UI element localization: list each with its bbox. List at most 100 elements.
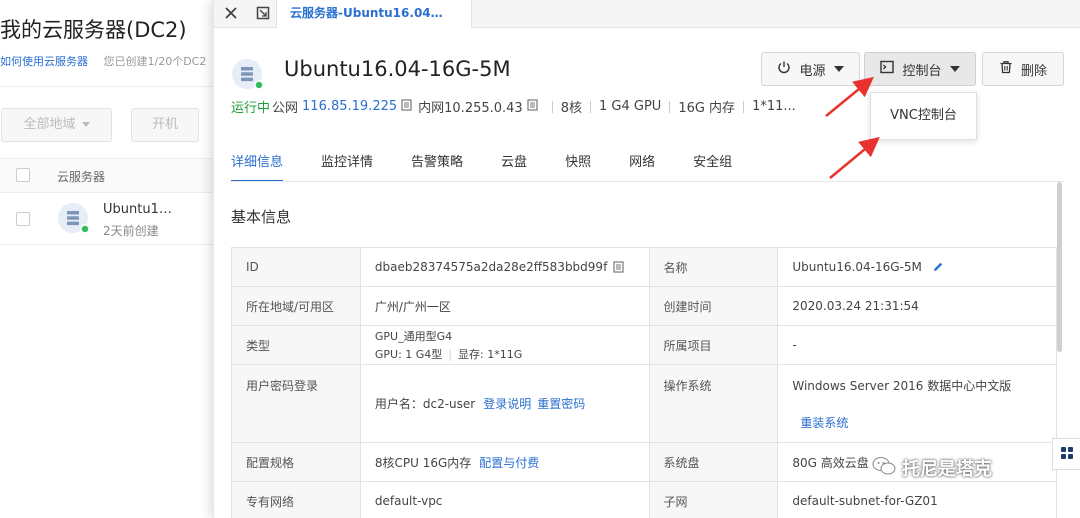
power-button[interactable]: 电源 bbox=[761, 52, 860, 86]
tab-network[interactable]: 网络 bbox=[629, 146, 655, 182]
watermark: 托尼是塔克 bbox=[872, 455, 992, 481]
type-value: GPU_通用型G4 bbox=[374, 330, 453, 343]
console-menu-item-vnc[interactable]: VNC控制台 bbox=[870, 92, 977, 140]
gpu-text: 1 G4 GPU bbox=[599, 99, 662, 114]
server-detail-drawer: 云服务器-Ubuntu16.04… Ubuntu16.04-16G-5M 电源 … bbox=[213, 0, 1080, 518]
page-subtitle: 如何使用云服务器 您已创建1/20个DC2 bbox=[0, 53, 206, 69]
close-icon bbox=[224, 5, 238, 24]
name-label: 名称 bbox=[649, 248, 779, 286]
table-row: 专有网络 default-vpc 子网 default-subnet-for-G… bbox=[232, 482, 1057, 518]
tab-monitoring[interactable]: 监控详情 bbox=[321, 146, 373, 182]
delete-button-label: 删除 bbox=[1020, 63, 1047, 79]
terminal-icon bbox=[880, 60, 895, 78]
power-on-button[interactable]: 开机 bbox=[131, 108, 199, 142]
region-value: 广州/广州一区 bbox=[360, 287, 650, 325]
more-spec-text: 1*11... bbox=[752, 99, 796, 114]
login-cell: 用户名：dc2-user 登录说明 重置密码 bbox=[360, 365, 650, 442]
tab-snapshots[interactable]: 快照 bbox=[565, 146, 591, 182]
project-label: 所属项目 bbox=[649, 326, 779, 364]
copy-icon[interactable] bbox=[527, 98, 538, 115]
grid-icon bbox=[1060, 445, 1074, 464]
name-cell: Ubuntu16.04-16G-5M bbox=[778, 248, 1057, 286]
page-title: 我的云服务器(DC2) bbox=[0, 18, 187, 42]
pencil-icon[interactable] bbox=[932, 261, 944, 273]
console-button[interactable]: 控制台 bbox=[864, 52, 976, 86]
divider bbox=[590, 100, 591, 113]
table-row: 所在地域/可用区 广州/广州一区 创建时间 2020.03.24 21:31:5… bbox=[232, 287, 1057, 326]
side-grid-button[interactable] bbox=[1052, 438, 1080, 470]
copy-icon[interactable] bbox=[613, 261, 624, 273]
table-header: 云服务器 bbox=[0, 159, 220, 193]
copy-icon[interactable] bbox=[401, 98, 412, 115]
memory-text: 16G 内存 bbox=[678, 101, 736, 116]
login-user: 用户名：dc2-user bbox=[374, 397, 476, 411]
fullscreen-icon bbox=[256, 5, 270, 24]
section-title: 基本信息 bbox=[231, 208, 292, 226]
chevron-down-icon bbox=[81, 122, 90, 127]
divider bbox=[743, 100, 745, 113]
column-header-server: 云服务器 bbox=[57, 170, 106, 184]
region-filter-label: 全部地域 bbox=[23, 117, 76, 132]
background-page: 我的云服务器(DC2) 如何使用云服务器 您已创建1/20个DC2 全部地域 开… bbox=[0, 0, 220, 518]
os-cell: Windows Server 2016 数据中心中文版 重装系统 bbox=[778, 365, 1057, 442]
row-checkbox[interactable] bbox=[16, 212, 30, 226]
detail-tabs: 详细信息 监控详情 告警策略 云盘 快照 网络 安全组 bbox=[231, 146, 770, 182]
power-button-label: 电源 bbox=[799, 63, 826, 79]
server-title: Ubuntu16.04-16G-5M bbox=[284, 57, 511, 81]
tab-details[interactable]: 详细信息 bbox=[231, 146, 284, 182]
divider bbox=[669, 100, 671, 113]
server-icon bbox=[231, 58, 265, 96]
public-ip-label: 公网 bbox=[272, 101, 299, 116]
chevron-down-icon bbox=[949, 66, 960, 72]
type-cell: GPU_通用型G4 GPU: 1 G4型 | 显存: 1*11G bbox=[360, 326, 650, 364]
console-button-label: 控制台 bbox=[902, 63, 942, 79]
created-label: 创建时间 bbox=[649, 287, 779, 325]
tab-security-group[interactable]: 安全组 bbox=[693, 146, 732, 182]
select-all-checkbox[interactable] bbox=[16, 168, 30, 182]
tab-alerts[interactable]: 告警策略 bbox=[411, 146, 463, 182]
status-line: 运行中 公网 116.85.19.225 内网10.255.0.43 8核 1 … bbox=[231, 97, 796, 116]
drawer-tabbar: 云服务器-Ubuntu16.04… bbox=[214, 0, 1080, 28]
power-icon bbox=[777, 60, 791, 78]
close-button[interactable] bbox=[216, 0, 246, 28]
type-gpu-line: GPU: 1 G4型 | 显存: 1*11G bbox=[375, 346, 522, 362]
help-link[interactable]: 如何使用云服务器 bbox=[0, 55, 88, 68]
created-value: 2020.03.24 21:31:54 bbox=[778, 287, 1057, 325]
server-table: 云服务器 Ubuntu1… 2天前创建 bbox=[0, 158, 220, 245]
type-vram: 显存: 1*11G bbox=[458, 348, 523, 361]
region-filter-dropdown[interactable]: 全部地域 bbox=[1, 108, 112, 142]
private-ip-text: 内网10.255.0.43 bbox=[418, 101, 523, 116]
table-row[interactable]: Ubuntu1… 2天前创建 bbox=[0, 193, 220, 245]
watermark-text: 托尼是塔克 bbox=[902, 459, 992, 480]
scrollbar[interactable] bbox=[1057, 182, 1062, 352]
billing-link[interactable]: 配置与付费 bbox=[479, 454, 539, 471]
spec-label: 配置规格 bbox=[232, 443, 361, 481]
subnet-value: default-subnet-for-GZ01 bbox=[778, 482, 1057, 518]
spec-value: 8核CPU 16G内存 bbox=[374, 455, 472, 470]
fullscreen-button[interactable] bbox=[248, 0, 278, 28]
os-label: 操作系统 bbox=[649, 365, 779, 442]
server-name-link[interactable]: Ubuntu1… bbox=[103, 202, 172, 217]
id-label: ID bbox=[232, 248, 361, 286]
drawer-tab-title[interactable]: 云服务器-Ubuntu16.04… bbox=[276, 0, 472, 28]
login-help-link[interactable]: 登录说明 bbox=[483, 395, 531, 412]
reinstall-os-link[interactable]: 重装系统 bbox=[800, 414, 848, 431]
sysdisk-label: 系统盘 bbox=[649, 443, 779, 481]
vpc-label: 专有网络 bbox=[232, 482, 361, 518]
reset-password-link[interactable]: 重置密码 bbox=[537, 395, 585, 412]
region-label: 所在地域/可用区 bbox=[232, 287, 361, 325]
subnet-label: 子网 bbox=[649, 482, 779, 518]
name-value: Ubuntu16.04-16G-5M bbox=[792, 260, 922, 274]
vpc-value: default-vpc bbox=[360, 482, 650, 518]
chevron-down-icon bbox=[833, 66, 844, 72]
tab-disks[interactable]: 云盘 bbox=[501, 146, 527, 182]
delete-button[interactable]: 删除 bbox=[982, 52, 1064, 86]
table-row: 类型 GPU_通用型G4 GPU: 1 G4型 | 显存: 1*11G 所属项目 - bbox=[232, 326, 1057, 365]
server-created-text: 2天前创建 bbox=[103, 224, 159, 238]
wechat-icon bbox=[872, 456, 896, 481]
id-cell: dbaeb28374575a2da28e2ff583bbd99f bbox=[360, 248, 650, 286]
quota-text: 您已创建1/20个DC2 bbox=[103, 55, 207, 68]
spec-cell: 8核CPU 16G内存 配置与付费 bbox=[360, 443, 650, 481]
status-badge: 运行中 bbox=[231, 101, 271, 116]
table-row: 用户密码登录 用户名：dc2-user 登录说明 重置密码 操作系统 Windo… bbox=[232, 365, 1057, 443]
